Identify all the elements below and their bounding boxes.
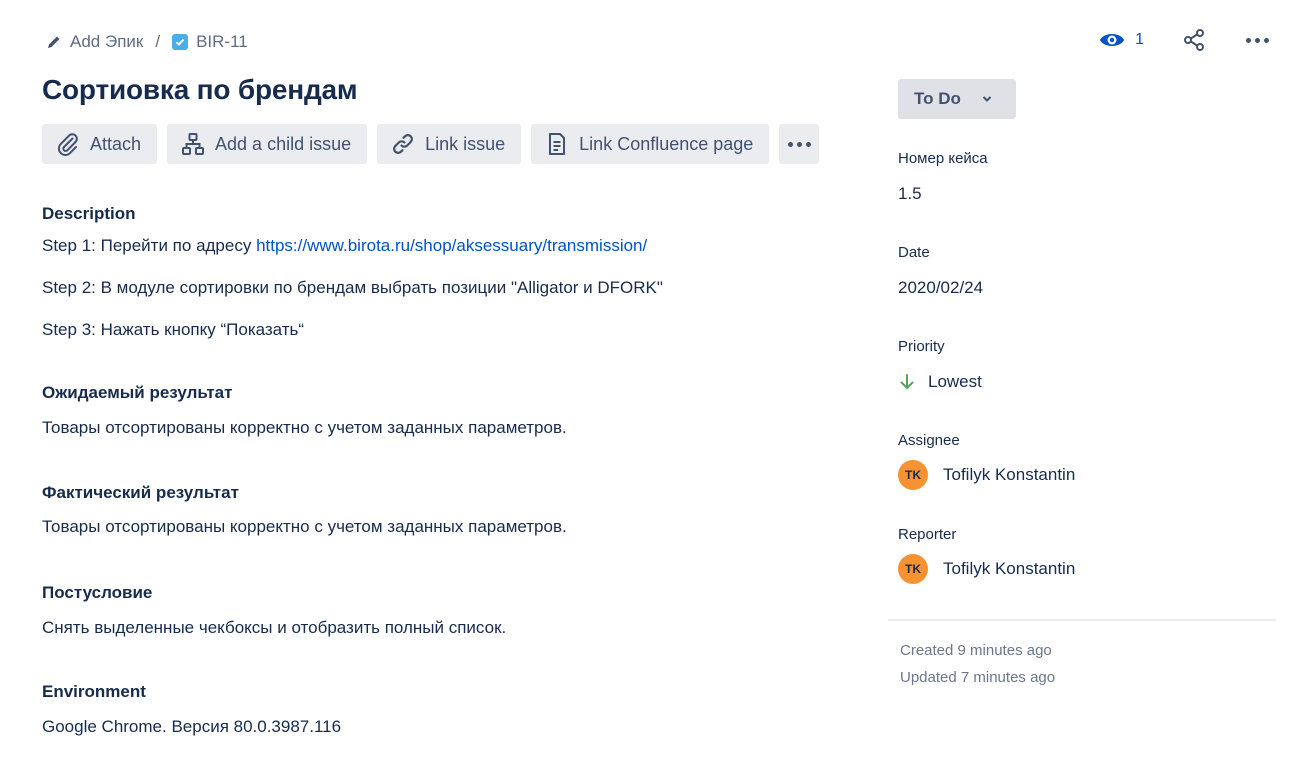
step-1-text: Step 1: Перейти по адресу [42,236,257,255]
avatar: TK [898,460,928,490]
link-confluence-page-button[interactable]: Link Confluence page [531,124,770,164]
more-icon [1246,37,1251,43]
assignee-value[interactable]: TK Tofilyk Konstantin [898,460,1075,490]
assignee-label: Assignee [898,432,960,449]
pencil-icon [48,36,60,48]
avatar: TK [898,554,928,584]
breadcrumb-parent[interactable]: Add Эпик [46,32,143,52]
description-step-1[interactable]: Step 1: Перейти по адресу https://www.bi… [42,236,842,258]
issue-title[interactable]: Сортиовка по брендам [42,74,358,106]
link-confluence-page-label: Link Confluence page [579,133,754,154]
add-child-issue-label: Add a child issue [215,133,352,154]
attach-label: Attach [90,133,142,154]
link-issue-label: Link issue [425,133,506,154]
actual-result-heading: Фактический результат [42,483,239,502]
expected-result-heading: Ожидаемый результат [42,383,233,402]
priority-text: Lowest [928,372,982,391]
status-dropdown[interactable]: To Do [898,79,1016,119]
expected-result-text[interactable]: Товары отсортированы корректно с учетом … [42,418,842,440]
updated-timestamp: Updated 7 minutes ago [900,669,1056,686]
created-timestamp: Created 9 minutes ago [900,642,1052,659]
confluence-page-icon [549,133,566,155]
link-issue-button[interactable]: Link issue [377,124,522,164]
breadcrumb-issue[interactable]: BIR-11 [172,32,248,52]
task-checkbox-icon [172,34,189,50]
add-child-issue-button[interactable]: Add a child issue [167,124,368,164]
issue-toolbar: Attach Add a child issue Link issue Link… [42,124,820,164]
postcondition-text[interactable]: Снять выделенные чекбоксы и отобразить п… [42,618,842,640]
breadcrumb-parent-label: Add Эпик [70,32,144,51]
date-label: Date [898,244,930,261]
breadcrumb-issue-key: BIR-11 [196,32,248,51]
priority-label: Priority [898,338,945,355]
link-icon [393,134,414,154]
environment-text[interactable]: Google Chrome. Версия 80.0.3987.116 [42,717,842,739]
watch-count: 1 [1135,31,1144,48]
reporter-value[interactable]: TK Tofilyk Konstantin [898,554,1075,584]
breadcrumb: Add Эпик / BIR-11 [46,30,248,54]
status-label: To Do [914,89,961,108]
arrow-down-icon [900,374,914,390]
case-number-value[interactable]: 1.5 [898,184,922,204]
description-heading: Description [42,204,136,223]
toolbar-more-button[interactable] [779,124,820,164]
date-value[interactable]: 2020/02/24 [898,278,983,298]
priority-value[interactable]: Lowest [898,372,982,392]
description-step-2: Step 2: В модуле сортировки по брендам в… [42,278,663,297]
hierarchy-icon [182,133,205,155]
chevron-down-icon [982,96,992,102]
top-actions: 1 [1099,28,1269,52]
more-actions-button[interactable] [1246,37,1269,43]
description-step-3: Step 3: Нажать кнопку “Показать“ [42,320,305,339]
postcondition-heading: Постусловие [42,583,153,602]
issue-content: Description Step 1: Перейти по адресу ht… [42,204,842,739]
assignee-name: Tofilyk Konstantin [943,465,1076,484]
breadcrumb-separator: / [155,32,161,51]
environment-heading: Environment [42,682,146,701]
share-button[interactable] [1182,28,1206,52]
watch-button[interactable]: 1 [1099,30,1144,50]
paperclip-icon [57,133,78,156]
step-1-link[interactable]: https://www.birota.ru/shop/aksessuary/tr… [256,236,647,255]
share-icon [1184,29,1204,51]
actual-result-text[interactable]: Товары отсортированы корректно с учетом … [42,517,842,539]
case-number-label: Номер кейса [898,150,988,167]
more-icon [787,141,793,147]
attach-button[interactable]: Attach [42,124,158,164]
reporter-label: Reporter [898,526,957,543]
eye-icon [1100,34,1125,46]
reporter-name: Tofilyk Konstantin [943,559,1076,578]
sidebar-divider [888,619,1276,621]
